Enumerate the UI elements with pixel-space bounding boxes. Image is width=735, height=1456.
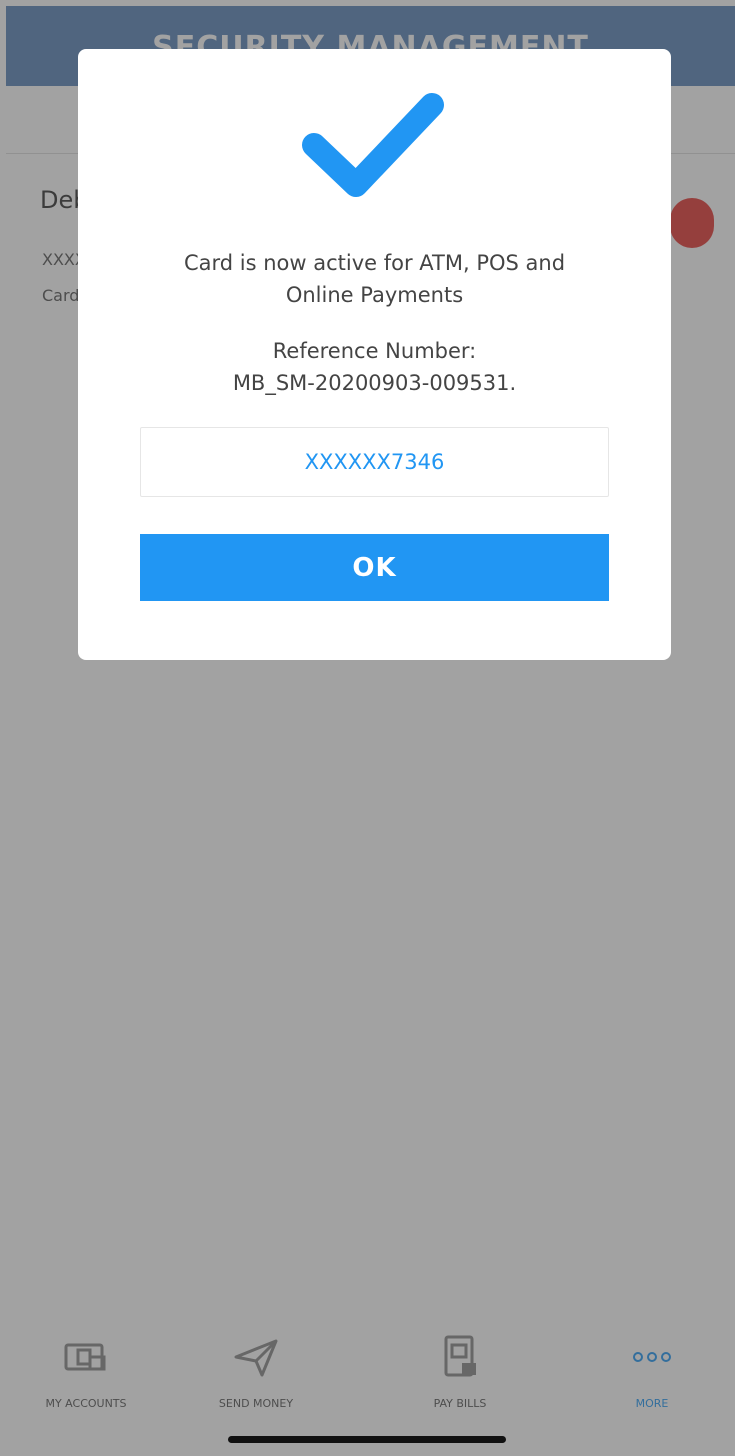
reference-number: MB_SM-20200903-009531. — [232, 371, 517, 395]
ok-button[interactable]: OK — [140, 534, 609, 601]
success-message-line: Card is now active for ATM, POS and — [183, 251, 566, 275]
reference-block: Reference Number: MB_SM-20200903-009531. — [98, 335, 651, 399]
success-message-line: Online Payments — [285, 283, 464, 307]
card-number-box: XXXXXX7346 — [140, 427, 609, 497]
success-message: Card is now active for ATM, POS and Onli… — [98, 247, 651, 311]
success-dialog: Card is now active for ATM, POS and Onli… — [78, 49, 671, 660]
card-number-value: XXXXXX7346 — [304, 450, 445, 474]
home-indicator[interactable] — [228, 1436, 506, 1443]
checkmark-icon — [302, 93, 444, 197]
reference-label: Reference Number: — [272, 339, 477, 363]
